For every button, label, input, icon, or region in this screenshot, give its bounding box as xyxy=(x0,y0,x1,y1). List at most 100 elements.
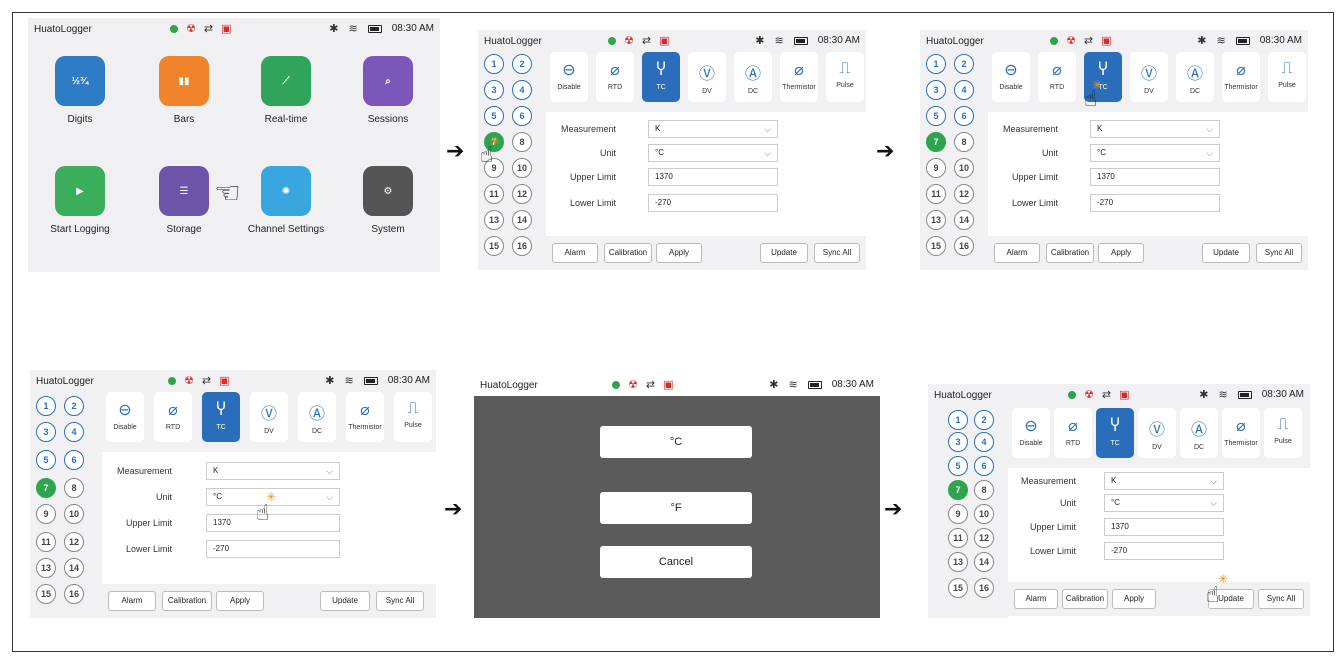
channel-12[interactable]: 12 xyxy=(974,528,994,548)
channel-9[interactable]: 9 xyxy=(926,158,946,178)
upper-limit-input[interactable]: 1370 xyxy=(206,514,340,532)
type-pulse[interactable]: ⎍ Pulse xyxy=(394,392,432,442)
sync-all-button[interactable]: Sync All xyxy=(376,591,424,611)
type-rtd[interactable]: ⌀ RTD xyxy=(154,392,192,442)
sync-all-button[interactable]: Sync All xyxy=(814,243,860,263)
measurement-select[interactable]: K ⌵ xyxy=(1104,472,1224,490)
sync-all-button[interactable]: Sync All xyxy=(1258,589,1304,609)
type-dc[interactable]: Ⓐ DC xyxy=(1180,408,1218,458)
channel-2[interactable]: 2 xyxy=(64,396,84,416)
channel-3[interactable]: 3 xyxy=(948,432,968,452)
lower-limit-input[interactable]: -270 xyxy=(206,540,340,558)
channel-5[interactable]: 5 xyxy=(36,450,56,470)
calibration-button[interactable]: Calibration xyxy=(162,591,212,611)
lower-limit-input[interactable]: -270 xyxy=(1104,542,1224,560)
app-digits[interactable]: ½¾ Digits xyxy=(34,56,126,125)
apply-button[interactable]: Apply xyxy=(1112,589,1156,609)
app-sessions[interactable]: ⌕ Sessions xyxy=(342,56,434,125)
channel-5[interactable]: 5 xyxy=(484,106,504,126)
type-dc[interactable]: Ⓐ DC xyxy=(298,392,336,442)
type-thermistor[interactable]: ⌀ Thermistor xyxy=(346,392,384,442)
type-tc[interactable]: Ⴤ TC xyxy=(642,52,680,102)
update-button[interactable]: Update xyxy=(760,243,808,263)
unit-select[interactable]: °C ⌵ xyxy=(648,144,778,162)
channel-13[interactable]: 13 xyxy=(484,210,504,230)
calibration-button[interactable]: Calibration xyxy=(604,243,652,263)
app-bars[interactable]: ▮▮ Bars xyxy=(138,56,230,125)
measurement-select[interactable]: K ⌵ xyxy=(1090,120,1220,138)
channel-7[interactable]: 7 xyxy=(36,478,56,498)
channel-12[interactable]: 12 xyxy=(512,184,532,204)
calibration-button[interactable]: Calibration xyxy=(1062,589,1108,609)
channel-14[interactable]: 14 xyxy=(64,558,84,578)
channel-8[interactable]: 8 xyxy=(64,478,84,498)
channel-3[interactable]: 3 xyxy=(36,422,56,442)
channel-11[interactable]: 11 xyxy=(926,184,946,204)
unit-select[interactable]: °C ⌵ xyxy=(1090,144,1220,162)
type-disable[interactable]: ⊖ Disable xyxy=(1012,408,1050,458)
channel-14[interactable]: 14 xyxy=(512,210,532,230)
channel-10[interactable]: 10 xyxy=(64,504,84,524)
channel-16[interactable]: 16 xyxy=(512,236,532,256)
channel-4[interactable]: 4 xyxy=(64,422,84,442)
channel-13[interactable]: 13 xyxy=(36,558,56,578)
unit-select[interactable]: °C ⌵ xyxy=(1104,494,1224,512)
channel-11[interactable]: 11 xyxy=(484,184,504,204)
channel-8[interactable]: 8 xyxy=(974,480,994,500)
type-tc[interactable]: Ⴤ TC xyxy=(202,392,240,442)
channel-9[interactable]: 9 xyxy=(36,504,56,524)
channel-2[interactable]: 2 xyxy=(974,410,994,430)
type-dv[interactable]: Ⓥ DV xyxy=(250,392,288,442)
alarm-button[interactable]: Alarm xyxy=(552,243,598,263)
channel-5[interactable]: 5 xyxy=(926,106,946,126)
type-rtd[interactable]: ⌀ RTD xyxy=(596,52,634,102)
lower-limit-input[interactable]: -270 xyxy=(648,194,778,212)
channel-11[interactable]: 11 xyxy=(948,528,968,548)
fahrenheit-option[interactable]: °F xyxy=(600,492,752,524)
sync-all-button[interactable]: Sync All xyxy=(1256,243,1302,263)
channel-6[interactable]: 6 xyxy=(64,450,84,470)
upper-limit-input[interactable]: 1370 xyxy=(1104,518,1224,536)
app-system[interactable]: ⚙ System xyxy=(342,166,434,235)
channel-1[interactable]: 1 xyxy=(36,396,56,416)
type-rtd[interactable]: ⌀ RTD xyxy=(1054,408,1092,458)
cancel-button[interactable]: Cancel xyxy=(600,546,752,578)
lower-limit-input[interactable]: -270 xyxy=(1090,194,1220,212)
app-real-time[interactable]: ⟋ Real-time xyxy=(240,56,332,125)
channel-10[interactable]: 10 xyxy=(512,158,532,178)
type-dc[interactable]: Ⓐ DC xyxy=(734,52,772,102)
channel-11[interactable]: 11 xyxy=(36,532,56,552)
channel-9[interactable]: 9 xyxy=(948,504,968,524)
channel-15[interactable]: 15 xyxy=(484,236,504,256)
celsius-option[interactable]: °C xyxy=(600,426,752,458)
channel-1[interactable]: 1 xyxy=(484,54,504,74)
type-dv[interactable]: Ⓥ DV xyxy=(1130,52,1168,102)
channel-16[interactable]: 16 xyxy=(974,578,994,598)
type-dc[interactable]: Ⓐ DC xyxy=(1176,52,1214,102)
type-pulse[interactable]: ⎍ Pulse xyxy=(1268,52,1306,102)
type-disable[interactable]: ⊖ Disable xyxy=(106,392,144,442)
channel-2[interactable]: 2 xyxy=(512,54,532,74)
type-thermistor[interactable]: ⌀ Thermistor xyxy=(780,52,818,102)
type-rtd[interactable]: ⌀ RTD xyxy=(1038,52,1076,102)
channel-6[interactable]: 6 xyxy=(974,456,994,476)
channel-2[interactable]: 2 xyxy=(954,54,974,74)
type-thermistor[interactable]: ⌀ Thermistor xyxy=(1222,408,1260,458)
type-disable[interactable]: ⊖ Disable xyxy=(550,52,588,102)
app-start-logging[interactable]: ▶ Start Logging xyxy=(34,166,126,235)
channel-3[interactable]: 3 xyxy=(926,80,946,100)
type-tc[interactable]: Ⴤ TC xyxy=(1096,408,1134,458)
channel-4[interactable]: 4 xyxy=(512,80,532,100)
channel-15[interactable]: 15 xyxy=(926,236,946,256)
alarm-button[interactable]: Alarm xyxy=(108,591,156,611)
channel-15[interactable]: 15 xyxy=(948,578,968,598)
channel-12[interactable]: 12 xyxy=(64,532,84,552)
channel-14[interactable]: 14 xyxy=(954,210,974,230)
upper-limit-input[interactable]: 1370 xyxy=(1090,168,1220,186)
update-button[interactable]: Update xyxy=(320,591,370,611)
channel-1[interactable]: 1 xyxy=(948,410,968,430)
channel-3[interactable]: 3 xyxy=(484,80,504,100)
channel-6[interactable]: 6 xyxy=(512,106,532,126)
channel-10[interactable]: 10 xyxy=(954,158,974,178)
type-pulse[interactable]: ⎍ Pulse xyxy=(826,52,864,102)
